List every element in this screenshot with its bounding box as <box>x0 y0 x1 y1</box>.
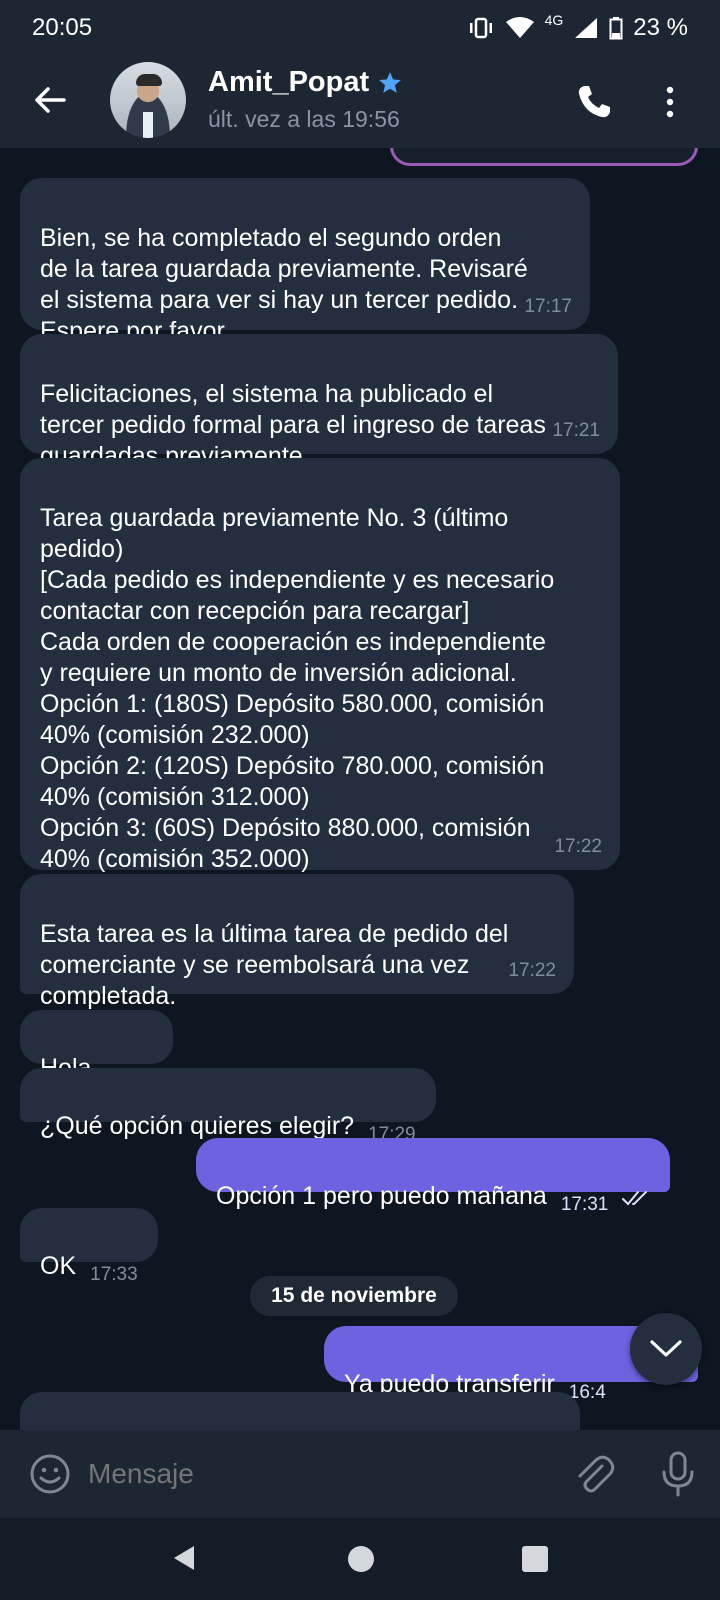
wifi-icon <box>505 17 534 38</box>
nav-home-icon[interactable] <box>348 1546 374 1572</box>
message-bubble[interactable]: Tarea guardada previamente No. 3 (último… <box>20 458 620 873</box>
nav-recents-icon[interactable] <box>522 1546 548 1572</box>
chat-header: Amit_Popat últ. vez a las 19:56 <box>0 56 720 148</box>
more-options-icon[interactable] <box>660 82 680 122</box>
back-arrow-icon[interactable] <box>30 80 70 120</box>
message-time: 17:31 <box>560 1194 609 1215</box>
status-time: 20:05 <box>32 14 93 41</box>
contact-name[interactable]: Amit_Popat <box>208 66 403 99</box>
message-text: OK <box>40 1252 77 1280</box>
message-time: 17:22 <box>508 960 556 981</box>
network-type: 4G <box>544 12 564 28</box>
message-bubble-outgoing[interactable]: Opción 1 pero puedo mañana 17:31 <box>196 1138 671 1215</box>
phone-icon[interactable] <box>574 82 614 122</box>
battery-level: 23 % <box>633 14 688 41</box>
message-time: 17:21 <box>552 420 600 441</box>
message-time: 17:33 <box>90 1264 138 1285</box>
system-nav-bar <box>0 1518 720 1600</box>
previous-message-fragment <box>390 148 698 166</box>
battery-icon <box>609 17 623 40</box>
message-text: Tarea guardada previamente No. 3 (último… <box>40 504 555 873</box>
message-bubble[interactable]: Hola 17:29 <box>20 1010 173 1087</box>
message-bubble[interactable]: OK 17:33 <box>20 1208 158 1285</box>
last-seen-status: últ. vez a las 19:56 <box>208 106 400 132</box>
message-input[interactable] <box>88 1454 528 1494</box>
chevron-down-icon <box>650 1340 682 1357</box>
chat-area[interactable]: Bien, se ha completado el segundo orden … <box>0 148 720 1430</box>
nav-back-icon[interactable] <box>172 1544 196 1572</box>
message-text: Bien, se ha completado el segundo orden … <box>40 224 528 345</box>
vibrate-icon <box>469 17 492 39</box>
attach-icon[interactable] <box>572 1452 616 1496</box>
message-input-bar <box>0 1430 720 1518</box>
emoji-icon[interactable] <box>28 1452 72 1496</box>
message-time: 17:22 <box>554 836 602 857</box>
microphone-icon[interactable] <box>658 1450 698 1498</box>
signal-icon <box>575 18 598 38</box>
status-bar: 20:05 4G 23 % <box>0 0 720 56</box>
avatar[interactable] <box>110 62 186 138</box>
message-text: Felicitaciones, el sistema ha publicado … <box>40 380 546 470</box>
star-icon <box>379 71 401 93</box>
message-bubble[interactable]: Esta tarea es la última tarea de pedido … <box>20 874 574 1010</box>
message-bubble-partial <box>20 1392 580 1430</box>
scroll-down-button[interactable] <box>630 1313 702 1385</box>
message-time: 17:17 <box>524 296 572 317</box>
message-text: Opción 1 pero puedo mañana <box>216 1182 547 1210</box>
status-icons: 4G 23 % <box>467 12 688 42</box>
message-bubble[interactable]: Bien, se ha completado el segundo orden … <box>20 178 590 345</box>
message-bubble[interactable]: ¿Qué opción quieres elegir? 17:29 <box>20 1068 436 1145</box>
message-bubble[interactable]: Felicitaciones, el sistema ha publicado … <box>20 334 618 470</box>
read-checkmarks-icon <box>622 1191 648 1206</box>
date-separator: 15 de noviembre <box>250 1276 458 1316</box>
message-text: Esta tarea es la última tarea de pedido … <box>40 920 509 1010</box>
